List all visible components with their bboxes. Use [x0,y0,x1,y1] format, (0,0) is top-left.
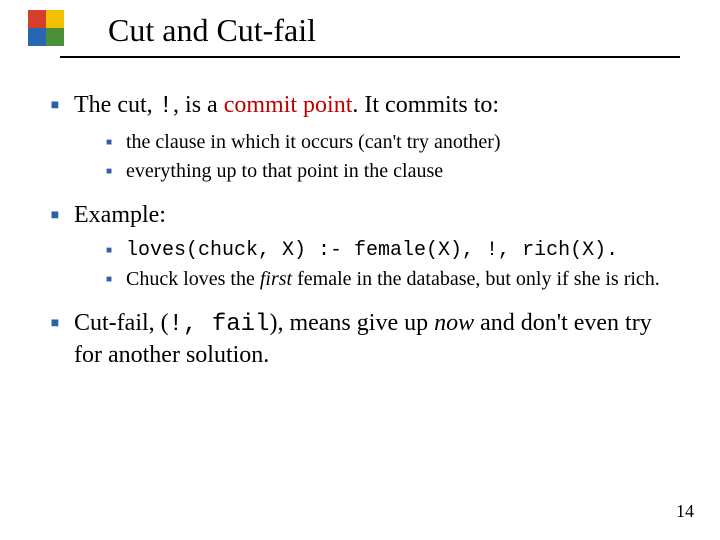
emphasis-fragment: first [260,268,292,290]
emphasis-fragment: now [434,310,474,336]
sub-bullet: ■ Chuck loves the first female in the da… [104,267,684,292]
text-fragment: female in the database, but only if she … [292,268,660,290]
bullet-icon: ■ [48,316,62,332]
page-number: 14 [676,501,694,522]
slide-logo [28,10,64,46]
title-rule [60,56,680,58]
code-fragment: ! [159,93,173,120]
bullet-2: ■ Example: [48,200,684,230]
bullet-2-subs: ■ loves(chuck, X) :- female(X), !, rich(… [104,238,684,292]
emphasis-fragment: commit point [224,92,353,118]
text-fragment: , is a [173,92,224,118]
bullet-icon: ■ [104,245,114,256]
bullet-1-text: The cut, !, is a commit point. It commit… [74,90,499,122]
sub-bullet: ■ the clause in which it occurs (can't t… [104,130,684,155]
bullet-icon: ■ [48,208,62,224]
sub-bullet: ■ everything up to that point in the cla… [104,159,684,184]
bullet-2-text: Example: [74,200,166,230]
bullet-3-text: Cut-fail, (!, fail), means give up now a… [74,308,684,370]
sub-bullet: ■ loves(chuck, X) :- female(X), !, rich(… [104,238,684,263]
bullet-1: ■ The cut, !, is a commit point. It comm… [48,90,684,122]
sub-bullet-text: Chuck loves the first female in the data… [126,267,660,292]
slide-title: Cut and Cut-fail [108,12,316,49]
code-fragment: !, fail [169,311,270,338]
text-fragment: The cut, [74,92,159,118]
text-fragment: . It commits to: [352,92,499,118]
text-fragment: Chuck loves the [126,268,260,290]
text-fragment: ), means give up [269,310,434,336]
sub-bullet-text: everything up to that point in the claus… [126,159,443,184]
bullet-icon: ■ [104,274,114,285]
slide-body: ■ The cut, !, is a commit point. It comm… [48,90,684,378]
bullet-icon: ■ [104,137,114,148]
text-fragment: Cut-fail, ( [74,310,169,336]
code-line: loves(chuck, X) :- female(X), !, rich(X)… [126,238,618,263]
bullet-1-subs: ■ the clause in which it occurs (can't t… [104,130,684,184]
sub-bullet-text: the clause in which it occurs (can't try… [126,130,501,155]
bullet-3: ■ Cut-fail, (!, fail), means give up now… [48,308,684,370]
bullet-icon: ■ [48,98,62,114]
bullet-icon: ■ [104,166,114,177]
